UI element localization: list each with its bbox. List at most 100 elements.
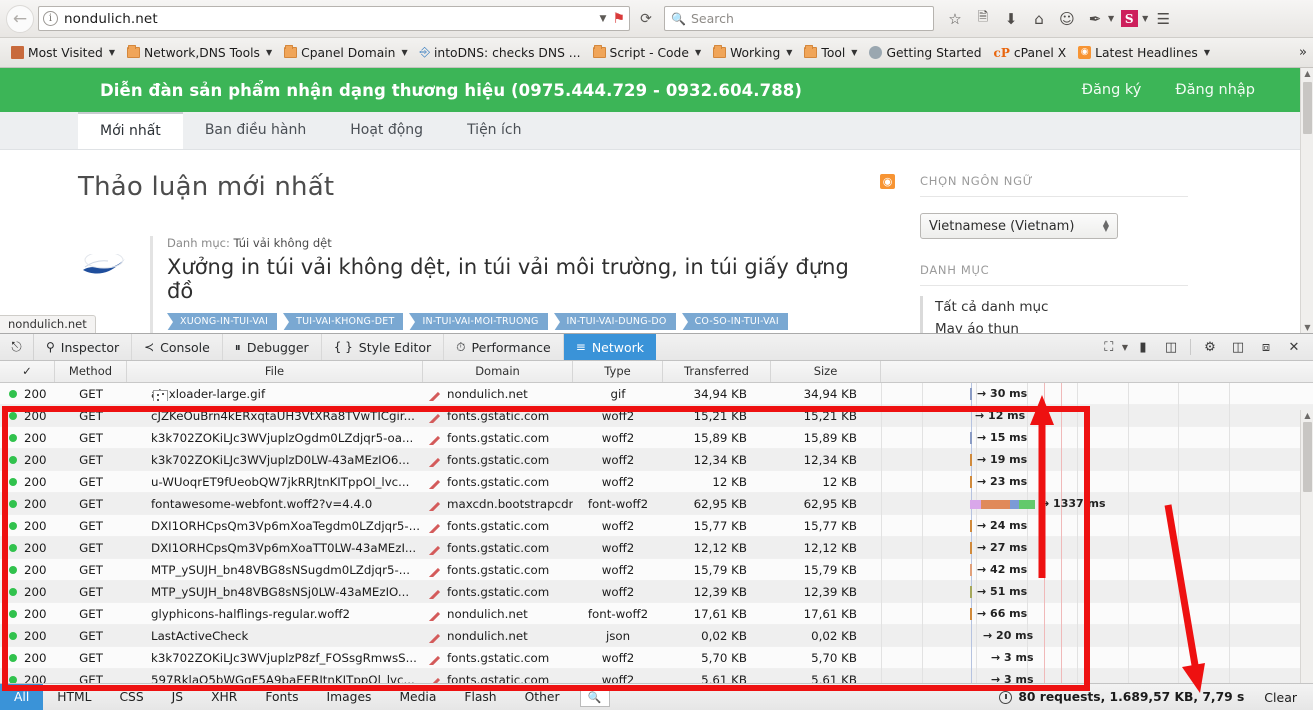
tag-item[interactable]: IN-TUI-VAI-DUNG-DO <box>553 313 676 331</box>
column-file[interactable]: File <box>127 361 423 382</box>
filter-js[interactable]: JS <box>158 684 197 710</box>
scroll-up-icon[interactable]: ▲ <box>1303 69 1312 78</box>
column-size[interactable]: Size <box>771 361 881 382</box>
register-link[interactable]: Đăng ký <box>1082 82 1142 98</box>
bookmark-flag-icon[interactable]: ⚑ <box>610 11 625 27</box>
dock-window-icon[interactable]: ⧈ <box>1253 334 1279 361</box>
scrollbar-thumb[interactable] <box>1303 82 1312 134</box>
network-request-list[interactable]: 200 GET ajaxloader-large.gif nondulich.net g… <box>0 383 1313 684</box>
tab-tien-ich[interactable]: Tiện ích <box>445 111 543 149</box>
dock-side-icon[interactable]: ◫ <box>1225 334 1251 361</box>
download-icon[interactable]: ⬇ <box>998 6 1024 32</box>
clear-button[interactable]: Clear <box>1264 690 1297 705</box>
tab-moi-nhat[interactable]: Mới nhất <box>78 111 183 149</box>
search-input[interactable]: 🔍 Search <box>664 6 934 31</box>
column-domain[interactable]: Domain <box>423 361 573 382</box>
table-row[interactable]: 200 GET 597RklaO5bWGqF5A9baEERJtnKITppOl_l… <box>0 668 1313 684</box>
bookmark-cpanel-domain[interactable]: Cpanel Domain ▼ <box>279 41 413 65</box>
table-row[interactable]: 200 GET cJZKeOuBrn4kERxqtaUH3VtXRa8TVwTICg… <box>0 404 1313 427</box>
chat-icon[interactable]: ☺ <box>1054 6 1080 32</box>
tab-hoat-dong[interactable]: Hoạt động <box>328 111 445 149</box>
column-method[interactable]: Method <box>55 361 127 382</box>
tag-item[interactable]: XUONG-IN-TUI-VAI <box>167 313 278 331</box>
tab-inspector[interactable]: ⚲ Inspector <box>34 334 133 360</box>
close-icon[interactable]: ✕ <box>1281 334 1307 361</box>
settings-gear-icon[interactable]: ⚙ <box>1197 334 1223 361</box>
list-item[interactable]: May áo thun <box>920 318 1260 333</box>
tab-debugger[interactable]: ⏸ Debugger <box>223 334 322 360</box>
tag-item[interactable]: TUI-VAI-KHONG-DET <box>283 313 404 331</box>
filter-media[interactable]: Media <box>385 684 450 710</box>
list-item[interactable]: Tất cả danh mục <box>920 296 1260 318</box>
select-iframe-icon[interactable]: ◫ <box>1158 334 1184 361</box>
star-icon[interactable]: ☆ <box>942 6 968 32</box>
table-row[interactable]: 200 GET MTP_ySUJH_bn48VBG8sNSugdm0LZdjqr5-… <box>0 558 1313 581</box>
lastpass-icon[interactable]: S <box>1116 6 1142 32</box>
hamburger-menu-icon[interactable]: ☰ <box>1150 6 1176 32</box>
tab-console[interactable]: ≺ Console <box>132 334 223 360</box>
filter-css[interactable]: CSS <box>105 684 157 710</box>
chevron-down-icon[interactable]: ▼ <box>1122 343 1128 352</box>
bookmark-script-code[interactable]: Script - Code ▼ <box>588 41 707 65</box>
tag-item[interactable]: IN-TUI-VAI-MOI-TRUONG <box>409 313 548 331</box>
responsive-design-icon[interactable]: ⛶ <box>1096 334 1122 361</box>
scrollbar-thumb[interactable] <box>1303 422 1312 492</box>
table-row[interactable]: 200 GET DXI1ORHCpsQm3Vp6mXoaTT0LW-43aMEzI.… <box>0 536 1313 559</box>
page-scrollbar[interactable]: ▲ ▼ <box>1300 68 1313 333</box>
tag-item[interactable]: CO-SO-IN-TUI-VAI <box>681 313 788 331</box>
reload-icon[interactable]: ⟳ <box>634 7 658 31</box>
scroll-down-icon[interactable]: ▼ <box>1303 323 1312 332</box>
table-row[interactable]: 200 GET DXI1ORHCpsQm3Vp6mXoaTegdm0LZdjqr5-… <box>0 514 1313 537</box>
bookmark-intodns[interactable]: ⎆ intoDNS: checks DNS ... <box>415 41 586 65</box>
column-status[interactable]: ✓ <box>0 361 55 382</box>
table-row[interactable]: 200 GET k3k702ZOKiLJc3WVjuplzOgdm0LZdjqr5-… <box>0 426 1313 449</box>
home-icon[interactable]: ⌂ <box>1026 6 1052 32</box>
tab-network[interactable]: ≡ Network <box>563 334 657 360</box>
filter-images[interactable]: Images <box>313 684 386 710</box>
screenshot-icon[interactable]: ▮ <box>1130 334 1156 361</box>
bookmark-network-dns-tools[interactable]: Network,DNS Tools ▼ <box>122 41 277 65</box>
table-row[interactable]: 200 GET u-WUoqrET9fUeobQW7jkRRJtnKITppOl_l… <box>0 470 1313 493</box>
table-row[interactable]: 200 GET MTP_ySUJH_bn48VBG8sNSj0LW-43aMEzIO… <box>0 580 1313 603</box>
column-transferred[interactable]: Transferred <box>663 361 771 382</box>
filter-html[interactable]: HTML <box>43 684 105 710</box>
filter-fonts[interactable]: Fonts <box>251 684 312 710</box>
login-link[interactable]: Đăng nhập <box>1175 82 1255 98</box>
filter-flash[interactable]: Flash <box>450 684 510 710</box>
thread-item[interactable]: Danh mục: Túi vải không dệt Xưởng in túi… <box>78 236 880 333</box>
bookmark-getting-started[interactable]: Getting Started <box>864 41 986 65</box>
bookmarks-overflow-button[interactable]: » <box>1299 45 1307 60</box>
network-scrollbar[interactable]: ▲ ▼ <box>1300 410 1313 706</box>
rss-icon[interactable]: ◉ <box>880 174 895 189</box>
bookmark-most-visited[interactable]: Most Visited ▼ <box>6 41 120 65</box>
filter-search-input[interactable]: 🔍 <box>579 687 610 707</box>
chevron-down-icon[interactable]: ▼ <box>1142 14 1148 23</box>
bookmark-working[interactable]: Working ▼ <box>708 41 797 65</box>
bookmark-tool[interactable]: Tool ▼ <box>799 41 862 65</box>
category-name[interactable]: Túi vải không dệt <box>233 236 331 250</box>
pocket-icon[interactable]: ✒ <box>1082 6 1108 32</box>
address-bar[interactable]: i nondulich.net ▼ ⚑ <box>38 6 630 31</box>
table-row[interactable]: 200 GET ajaxloader-large.gif nondulich.net g… <box>0 383 1313 405</box>
language-select[interactable]: Vietnamese (Vietnam) ▲ ▼ <box>920 213 1118 239</box>
tab-performance[interactable]: ⏱ Performance <box>444 334 564 360</box>
bookmark-cpanel-x[interactable]: cP cPanel X <box>989 41 1072 65</box>
table-row[interactable]: 200 GET glyphicons-halflings-regular.woff2… <box>0 602 1313 625</box>
table-row[interactable]: 200 GET k3k702ZOKiLJc3WVjuplzD0LW-43aMEzIO… <box>0 448 1313 471</box>
tab-style-editor[interactable]: { } Style Editor <box>322 334 445 360</box>
table-row[interactable]: 200 GET fontawesome-webfont.woff2?v=4.4.0 m… <box>0 492 1313 515</box>
bookmark-latest-headlines[interactable]: ◉ Latest Headlines ▼ <box>1073 41 1215 65</box>
element-picker-icon[interactable]: ⎋ <box>0 334 34 360</box>
filter-all[interactable]: All <box>0 683 44 710</box>
column-type[interactable]: Type <box>573 361 663 382</box>
table-row[interactable]: 200 GET LastActiveCheck nondulich.net json 0,… <box>0 624 1313 647</box>
chevron-down-icon[interactable]: ▼ <box>1108 14 1114 23</box>
filter-xhr[interactable]: XHR <box>197 684 251 710</box>
chevron-down-icon[interactable]: ▼ <box>596 14 611 24</box>
tab-ban-dieu-hanh[interactable]: Ban điều hành <box>183 111 328 149</box>
thread-title[interactable]: Xưởng in túi vải không dệt, in túi vải m… <box>167 255 880 303</box>
filter-other[interactable]: Other <box>511 684 574 710</box>
page-info-icon[interactable]: i <box>43 11 58 26</box>
table-row[interactable]: 200 GET k3k702ZOKiLJc3WVjuplzP8zf_FOSsgRmw… <box>0 646 1313 669</box>
stepper-icon[interactable]: ▲ ▼ <box>1103 219 1109 233</box>
